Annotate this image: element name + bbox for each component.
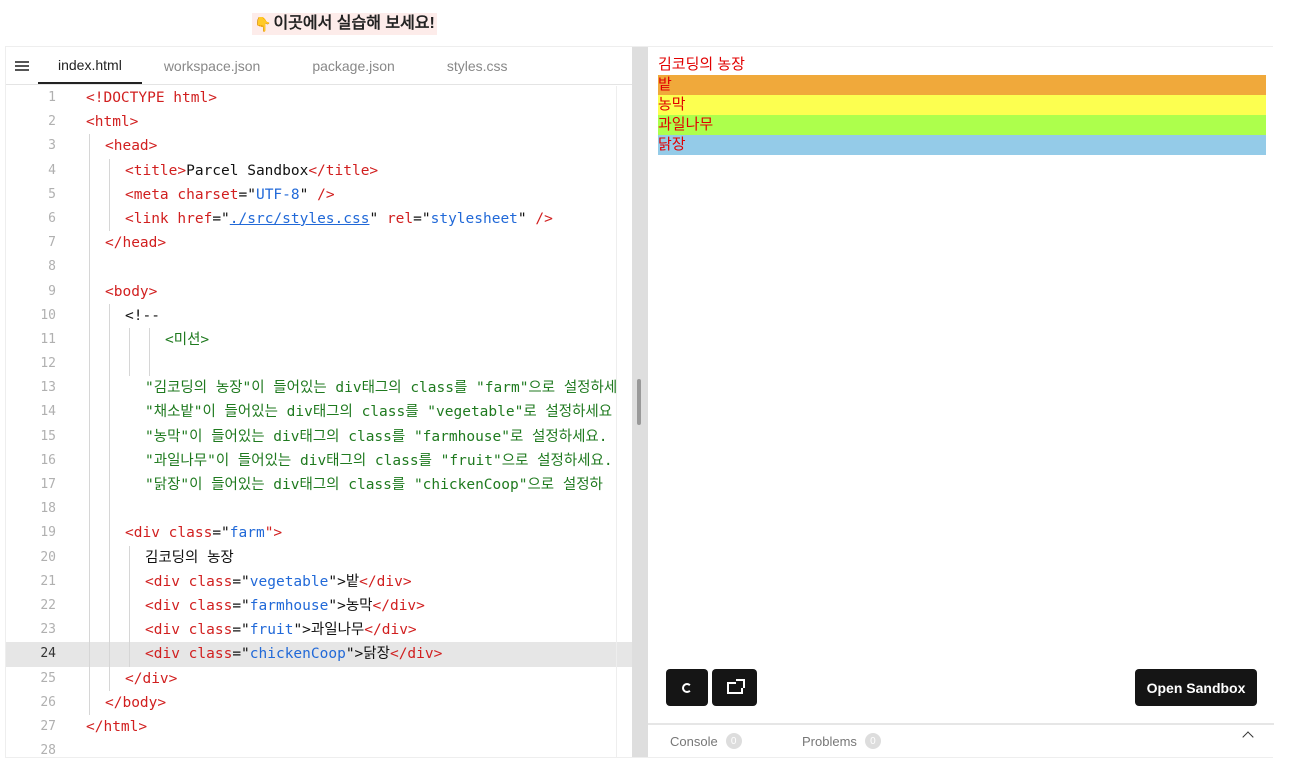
console-label: Console bbox=[670, 733, 718, 749]
line-number: 12 bbox=[40, 356, 56, 372]
line-number: 25 bbox=[40, 670, 56, 686]
code-area[interactable]: 1 <!DOCTYPE html> 2 <html> 3 <head> 4 <title… bbox=[6, 86, 632, 757]
line-number: 19 bbox=[40, 525, 56, 541]
farmhouse-row: 농막 bbox=[658, 95, 1266, 115]
stylesheet-link[interactable]: ./src/styles.css bbox=[230, 211, 370, 227]
open-new-window-button[interactable] bbox=[712, 669, 757, 706]
code-line: 20 김코딩의 농장 bbox=[6, 545, 632, 570]
code-line: 13 "김코딩의 농장"이 들어있는 div태그의 class를 "farm"으로… bbox=[6, 376, 632, 401]
code-line-current: 24 <div class="chickenCoop">닭장</div> bbox=[6, 642, 632, 667]
preview-farm: 김코딩의 농장 밭 농막 과일나무 닭장 bbox=[658, 55, 1266, 155]
problems-count-badge: 0 bbox=[864, 733, 881, 749]
code-line: 18 bbox=[6, 497, 632, 522]
code-line: 5 <meta charset="UTF-8" /> bbox=[6, 182, 632, 207]
vegetable-row: 밭 bbox=[658, 75, 1266, 95]
line-number: 10 bbox=[40, 307, 56, 323]
line-number: 2 bbox=[48, 114, 56, 130]
line-number: 13 bbox=[40, 380, 56, 396]
line-number: 11 bbox=[40, 331, 56, 347]
line-number: 24 bbox=[40, 646, 56, 662]
problems-label: Problems bbox=[802, 733, 857, 749]
line-number: 4 bbox=[48, 162, 56, 178]
line-number: 9 bbox=[48, 283, 56, 299]
code-line: 21 <div class="vegetable">밭</div> bbox=[6, 569, 632, 594]
line-number: 17 bbox=[40, 477, 56, 492]
code-line: 11 <미션> bbox=[6, 327, 632, 353]
hamburger-icon bbox=[15, 60, 29, 71]
preview-panel: 김코딩의 농장 밭 농막 과일나무 닭장 Open Sandbox Consol… bbox=[648, 47, 1274, 757]
code-line: 2 <html> bbox=[6, 110, 632, 134]
code-line: 27 </html> bbox=[6, 715, 632, 739]
line-number: 21 bbox=[40, 573, 56, 589]
line-number: 28 bbox=[40, 743, 56, 757]
tab-console[interactable]: Console 0 bbox=[670, 733, 742, 749]
line-number: 14 bbox=[40, 404, 56, 420]
code-line: 7 </head> bbox=[6, 231, 632, 256]
fruit-row: 과일나무 bbox=[658, 115, 1266, 135]
resize-handle[interactable] bbox=[637, 379, 641, 425]
panel-resizer[interactable] bbox=[632, 47, 648, 757]
line-number: 6 bbox=[48, 210, 56, 226]
code-line: 26 </body> bbox=[6, 690, 632, 715]
open-sandbox-button[interactable]: Open Sandbox bbox=[1135, 669, 1257, 706]
banner-text: 이곳에서 실습해 보세요! bbox=[273, 15, 435, 32]
bottom-bar: Console 0 Problems 0 bbox=[648, 723, 1274, 757]
code-line: 22 <div class="farmhouse">농막</div> bbox=[6, 593, 632, 619]
file-tabs: index.html workspace.json package.json s… bbox=[6, 47, 632, 85]
tab-styles-css[interactable]: styles.css bbox=[421, 47, 528, 84]
refresh-icon bbox=[682, 682, 692, 693]
line-number: 16 bbox=[40, 452, 56, 468]
line-number: 1 bbox=[48, 90, 56, 105]
editor-scroll-edge bbox=[616, 86, 617, 757]
code-line: 19 <div class="farm"> bbox=[6, 521, 632, 546]
code-line: 6 <link href="./src/styles.css" rel="styl… bbox=[6, 206, 632, 232]
menu-button[interactable] bbox=[6, 47, 38, 84]
sandbox-embed: index.html workspace.json package.json s… bbox=[5, 46, 1274, 758]
line-number: 15 bbox=[40, 428, 56, 444]
code-line: 15 "농막"이 들어있는 div태그의 class를 "farmhouse"로 … bbox=[6, 424, 632, 449]
code-line: 4 <title>Parcel Sandbox</title> bbox=[6, 158, 632, 183]
code-line: 23 <div class="fruit">과일나무</div> bbox=[6, 618, 632, 643]
line-number: 5 bbox=[48, 186, 56, 202]
chicken-coop-row: 닭장 bbox=[658, 135, 1266, 155]
refresh-button[interactable] bbox=[666, 669, 708, 706]
tab-workspace-json[interactable]: workspace.json bbox=[142, 47, 287, 84]
line-number: 20 bbox=[40, 549, 56, 565]
line-number: 8 bbox=[48, 259, 56, 275]
line-number: 3 bbox=[48, 138, 56, 154]
instruction-banner: 👇 이곳에서 실습해 보세요! bbox=[252, 13, 437, 35]
code-line: 12 bbox=[6, 352, 632, 377]
tab-index-html[interactable]: index.html bbox=[38, 47, 142, 84]
line-number: 7 bbox=[48, 235, 56, 251]
code-line: 25 </div> bbox=[6, 666, 632, 691]
code-line: 28 bbox=[6, 739, 632, 757]
code-line: 9 <body> bbox=[6, 279, 632, 304]
tab-package-json[interactable]: package.json bbox=[286, 47, 421, 84]
code-line: 14 "채소밭"이 들어있는 div태그의 class를 "vegetable"로… bbox=[6, 400, 632, 425]
code-line: 17 "닭장"이 들어있는 div태그의 class를 "chickenCoop"… bbox=[6, 473, 632, 498]
farm-title: 김코딩의 농장 bbox=[658, 56, 745, 73]
console-count-badge: 0 bbox=[725, 733, 742, 749]
line-number: 18 bbox=[40, 501, 56, 517]
external-window-icon bbox=[726, 678, 745, 694]
tab-problems[interactable]: Problems 0 bbox=[802, 733, 881, 749]
line-number: 22 bbox=[40, 597, 56, 613]
pointing-down-hand-icon: 👇 bbox=[254, 16, 272, 32]
code-line: 1 <!DOCTYPE html> bbox=[6, 86, 632, 110]
line-number: 26 bbox=[40, 694, 56, 710]
code-line: 3 <head> bbox=[6, 134, 632, 159]
code-line: 16 "과일나무"이 들어있는 div태그의 class를 "fruit"으로 설… bbox=[6, 448, 632, 473]
line-number: 23 bbox=[40, 622, 56, 638]
chevron-up-icon[interactable] bbox=[1242, 731, 1254, 743]
code-line: 10 <!-- bbox=[6, 303, 632, 328]
line-number: 27 bbox=[40, 718, 56, 734]
code-line: 8 bbox=[6, 255, 632, 280]
code-editor: index.html workspace.json package.json s… bbox=[6, 47, 632, 757]
